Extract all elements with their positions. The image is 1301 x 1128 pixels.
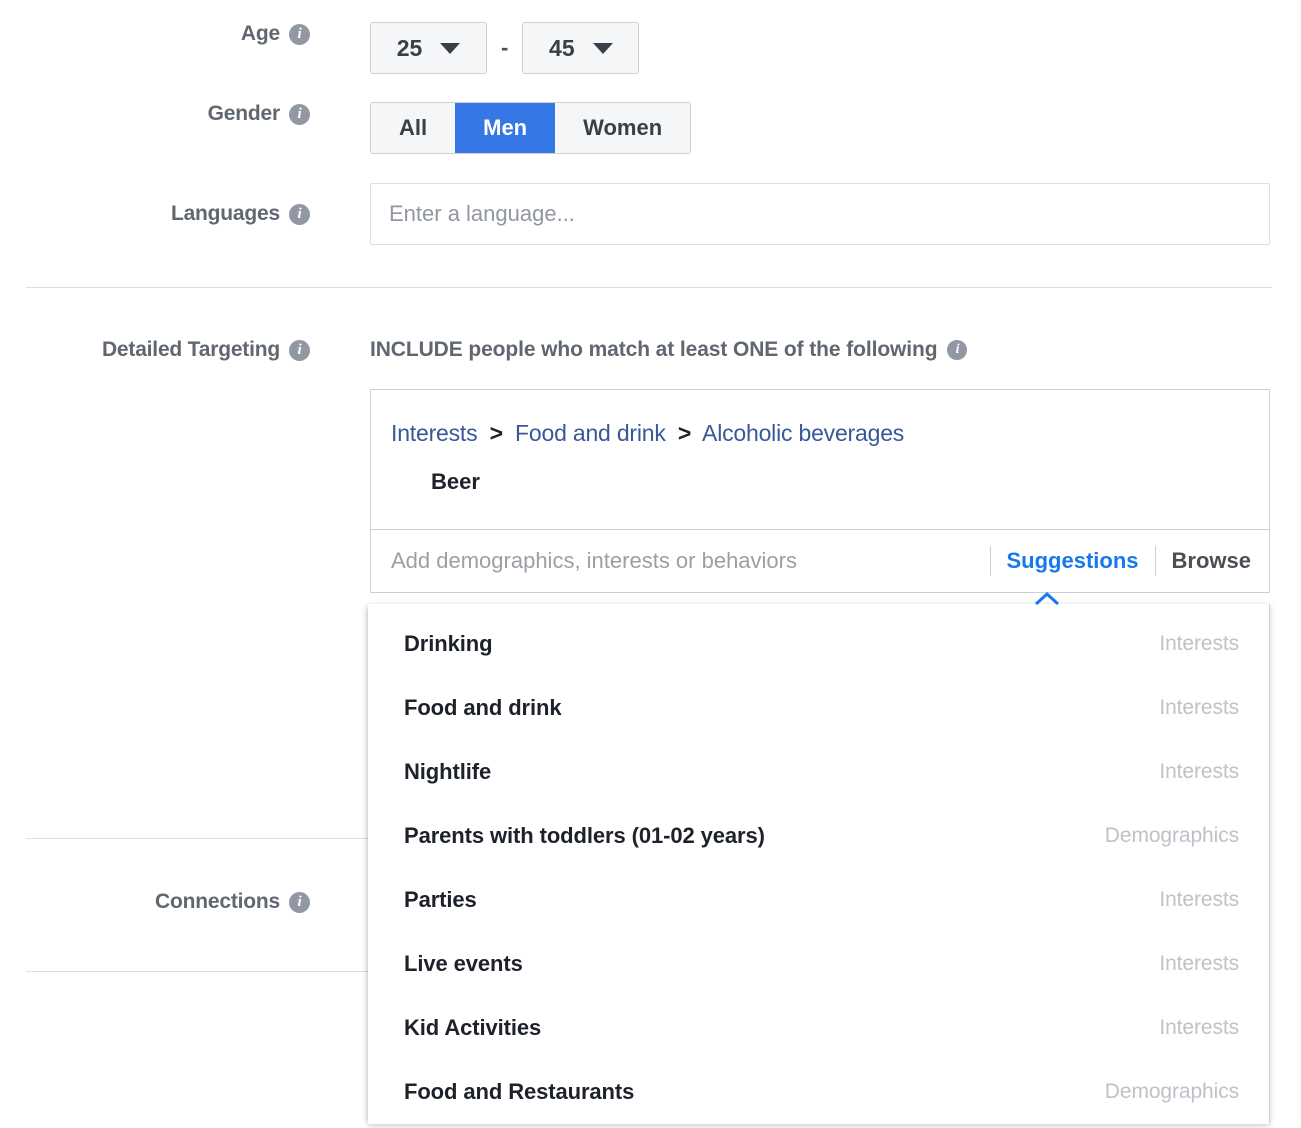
breadcrumb-item-food-and-drink[interactable]: Food and drink <box>515 420 666 446</box>
suggestions-dropdown: Drinking Interests Food and drink Intere… <box>368 604 1270 1124</box>
detailed-targeting-box: Interests > Food and drink > Alcoholic b… <box>370 389 1270 593</box>
list-item[interactable]: Nightlife Interests <box>368 740 1269 804</box>
targeting-search-input[interactable] <box>389 547 974 575</box>
list-item[interactable]: Kid Activities Interests <box>368 996 1269 1060</box>
gender-option-women[interactable]: Women <box>555 103 691 153</box>
include-header-text: INCLUDE people who match at least ONE of… <box>370 338 938 361</box>
age-range-controls: 25 - 45 <box>370 22 640 74</box>
breadcrumb-item-interests[interactable]: Interests <box>391 420 478 446</box>
suggestion-category: Demographics <box>1104 1080 1239 1103</box>
list-item[interactable]: Live events Interests <box>368 932 1269 996</box>
gender-field: All Men Women <box>370 102 692 154</box>
suggestion-category: Interests <box>1159 760 1239 783</box>
breadcrumb: Interests > Food and drink > Alcoholic b… <box>391 420 1249 447</box>
suggestion-category: Interests <box>1159 952 1239 975</box>
list-item[interactable]: Parents with toddlers (01-02 years) Demo… <box>368 804 1269 868</box>
detailed-targeting-row: Detailed Targeting i INCLUDE people who … <box>0 338 968 362</box>
detailed-targeting-label-group: Detailed Targeting i <box>0 338 310 362</box>
connections-label-group: Connections i <box>0 890 310 914</box>
detailed-targeting-label: Detailed Targeting <box>101 338 280 361</box>
gender-segmented-control: All Men Women <box>370 102 692 154</box>
age-max-select[interactable]: 45 <box>522 22 640 74</box>
list-item[interactable]: Food and drink Interests <box>368 676 1269 740</box>
section-divider <box>26 971 368 972</box>
list-item[interactable]: Food and Restaurants Demographics <box>368 1060 1269 1124</box>
languages-field <box>370 183 1270 245</box>
include-header: INCLUDE people who match at least ONE of… <box>370 338 968 362</box>
suggestion-label: Parents with toddlers (01-02 years) <box>404 823 765 848</box>
chevron-up-icon <box>1030 590 1064 606</box>
suggestion-label: Drinking <box>404 631 493 656</box>
age-min-value: 25 <box>396 34 423 61</box>
suggestion-label: Food and drink <box>404 695 562 720</box>
section-divider <box>26 838 368 839</box>
suggestion-category: Interests <box>1159 632 1239 655</box>
info-icon[interactable]: i <box>289 103 310 125</box>
languages-input[interactable] <box>370 183 1270 245</box>
age-row: Age i 25 - 45 <box>0 22 640 74</box>
selected-targeting-area: Interests > Food and drink > Alcoholic b… <box>371 390 1269 530</box>
tab-suggestions[interactable]: Suggestions <box>1007 548 1139 574</box>
tab-browse[interactable]: Browse <box>1172 548 1251 574</box>
languages-label: Languages <box>170 202 280 225</box>
gender-label-group: Gender i <box>0 102 310 126</box>
suggestion-category: Demographics <box>1104 824 1239 847</box>
suggestion-category: Interests <box>1159 888 1239 911</box>
selected-interest-beer[interactable]: Beer <box>431 469 1249 495</box>
connections-label: Connections <box>155 890 280 913</box>
suggestion-label: Parties <box>404 887 477 912</box>
divider <box>989 546 991 576</box>
chevron-down-icon <box>592 42 613 54</box>
include-header-field: INCLUDE people who match at least ONE of… <box>370 338 968 362</box>
age-range-separator: - <box>501 35 509 60</box>
languages-label-group: Languages i <box>0 183 310 245</box>
languages-row: Languages i <box>0 183 1270 245</box>
info-icon[interactable]: i <box>289 23 310 45</box>
age-label-group: Age i <box>0 22 310 46</box>
chevron-down-icon <box>440 42 461 54</box>
suggestion-category: Interests <box>1159 696 1239 719</box>
suggestion-label: Nightlife <box>404 759 492 784</box>
section-divider <box>26 287 1272 288</box>
breadcrumb-separator: > <box>677 420 692 446</box>
gender-label: Gender <box>207 102 281 125</box>
info-icon[interactable]: i <box>289 339 310 361</box>
age-min-select[interactable]: 25 <box>370 22 487 74</box>
gender-option-men[interactable]: Men <box>455 103 556 153</box>
list-item[interactable]: Parties Interests <box>368 868 1269 932</box>
breadcrumb-separator: > <box>489 420 503 446</box>
info-icon[interactable]: i <box>947 340 968 360</box>
suggestion-label: Food and Restaurants <box>404 1079 635 1104</box>
age-label: Age <box>240 22 280 45</box>
divider <box>1154 546 1156 576</box>
suggestion-label: Kid Activities <box>404 1015 542 1040</box>
info-icon[interactable]: i <box>289 891 310 913</box>
gender-option-all[interactable]: All <box>371 103 456 153</box>
breadcrumb-item-alcoholic-beverages[interactable]: Alcoholic beverages <box>702 420 904 446</box>
age-field: 25 - 45 <box>370 22 640 74</box>
suggestion-label: Live events <box>404 951 523 976</box>
connections-row: Connections i <box>0 890 310 914</box>
targeting-search-row: Suggestions Browse <box>371 530 1269 592</box>
list-item[interactable]: Drinking Interests <box>368 612 1269 676</box>
age-max-value: 45 <box>549 34 575 61</box>
suggestion-category: Interests <box>1159 1016 1239 1039</box>
gender-row: Gender i All Men Women <box>0 102 692 154</box>
info-icon[interactable]: i <box>289 203 310 225</box>
